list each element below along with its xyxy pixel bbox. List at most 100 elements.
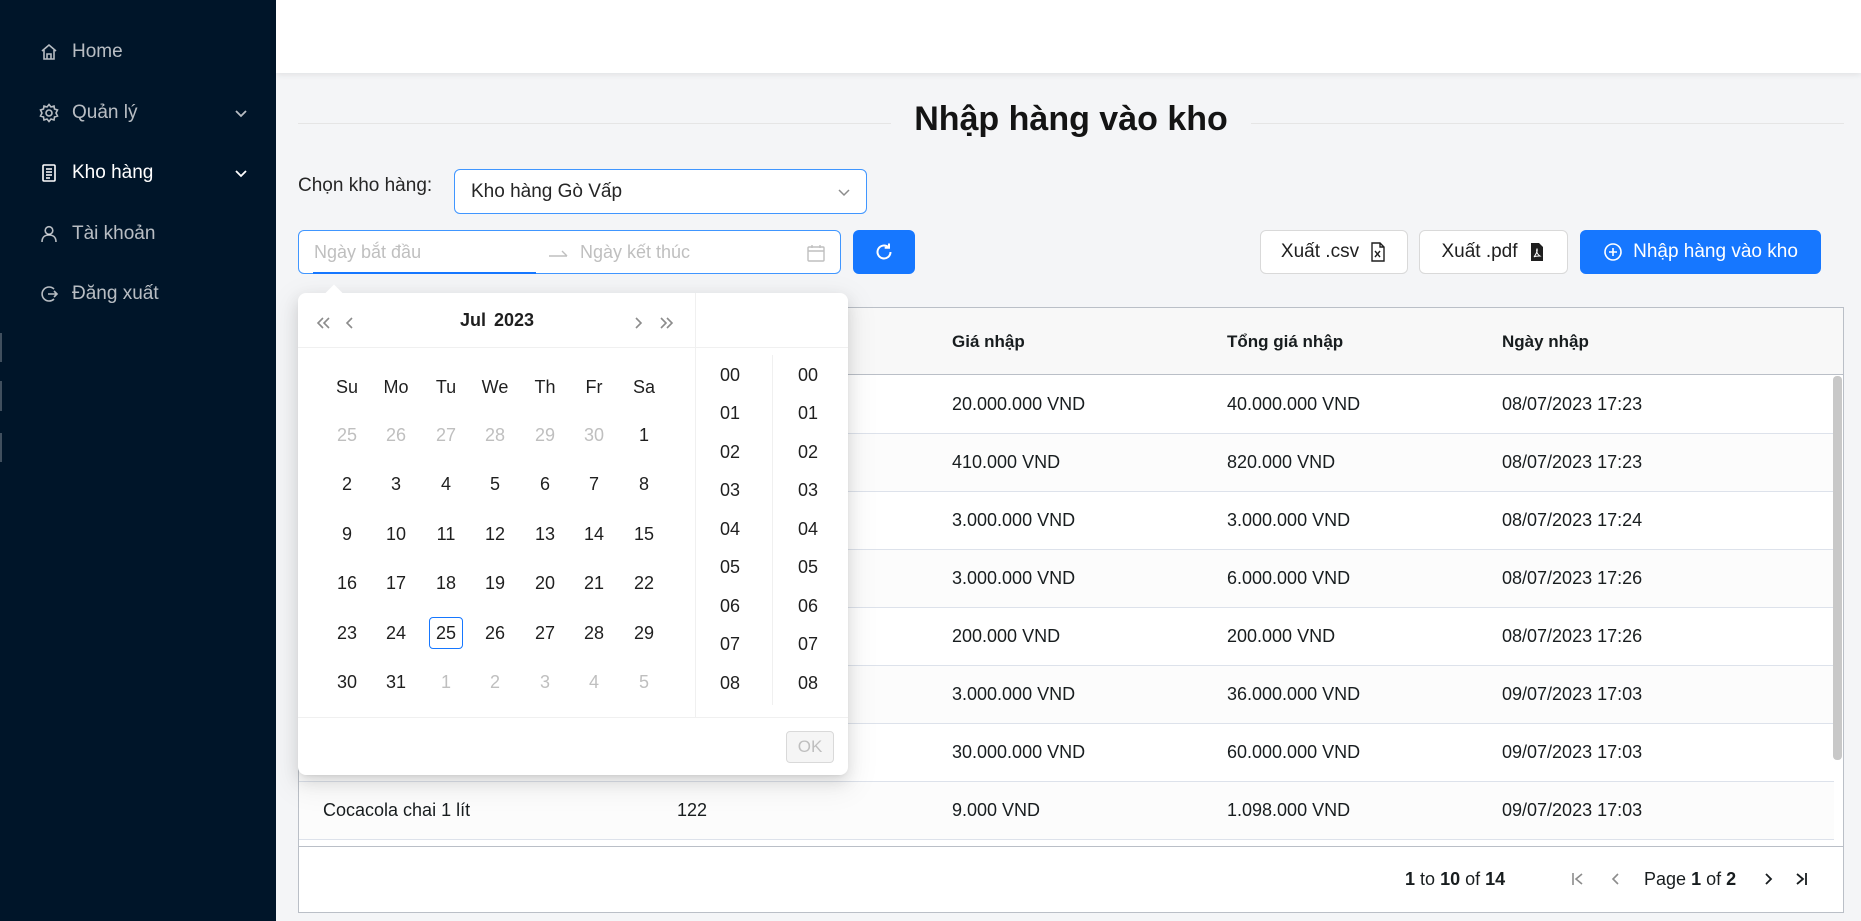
day-cell[interactable]: 1 [429,666,463,698]
vertical-scrollbar[interactable] [1833,376,1842,760]
chevron-down-icon [838,189,850,197]
next-year-icon[interactable] [656,313,676,333]
day-cell[interactable]: 3 [379,468,413,500]
day-cell[interactable]: 13 [528,518,562,550]
minute-option[interactable]: 05 [783,557,833,578]
last-page-icon[interactable] [1792,870,1810,888]
day-cell[interactable]: 3 [528,666,562,698]
picker-month[interactable]: Jul [460,310,486,330]
day-cell[interactable]: 16 [330,567,364,599]
sidebar-item-home[interactable]: Home [38,34,258,70]
day-cell[interactable]: 29 [627,617,661,649]
cell-price: 20.000.000 VND [952,394,1086,414]
warehouse-select[interactable]: Kho hàng Gò Vấp [454,169,867,214]
day-cell[interactable]: 28 [478,419,512,451]
column-header-price[interactable]: Giá nhập [952,332,1025,352]
date-range-input[interactable]: Ngày bắt đầu Ngày kết thúc [298,230,841,274]
sidebar-item-logout[interactable]: Đăng xuất [38,276,258,312]
hour-option[interactable]: 05 [705,557,755,578]
table-row[interactable]: Cocacola chai 1 lít 122 9.000 VND 1.098.… [299,782,1834,840]
ok-button[interactable]: OK [786,731,834,763]
day-cell[interactable]: 28 [577,617,611,649]
warehouse-select-value: Kho hàng Gò Vấp [471,180,623,202]
day-cell[interactable]: 14 [577,518,611,550]
day-cell[interactable]: 21 [577,567,611,599]
day-cell[interactable]: 29 [528,419,562,451]
sidebar-item-account[interactable]: Tài khoản [38,216,258,252]
hour-option[interactable]: 03 [705,480,755,501]
day-cell[interactable]: 5 [478,468,512,500]
minute-option[interactable]: 02 [783,442,833,463]
plus-circle-icon [1604,243,1622,261]
day-cell[interactable]: 12 [478,518,512,550]
hour-option[interactable]: 06 [705,596,755,617]
day-cell[interactable]: 22 [627,567,661,599]
minute-option[interactable]: 01 [783,403,833,424]
minute-option[interactable]: 06 [783,596,833,617]
end-date-input[interactable]: Ngày kết thúc [580,242,690,263]
hour-option[interactable]: 04 [705,519,755,540]
cell-total: 3.000.000 VND [1227,510,1351,530]
first-page-icon[interactable] [1569,870,1587,888]
day-cell[interactable]: 4 [429,468,463,500]
day-cell[interactable]: 9 [330,518,364,550]
start-date-input[interactable]: Ngày bắt đầu [314,242,421,263]
day-cell[interactable]: 31 [379,666,413,698]
day-cell[interactable]: 27 [429,419,463,451]
column-header-date[interactable]: Ngày nhập [1502,332,1589,352]
day-cell[interactable]: 23 [330,617,364,649]
export-csv-button[interactable]: Xuất .csv [1260,230,1408,274]
day-cell[interactable]: 5 [627,666,661,698]
day-cell[interactable]: 24 [379,617,413,649]
hour-option[interactable]: 01 [705,403,755,424]
export-pdf-button[interactable]: Xuất .pdf [1419,230,1568,274]
previous-page-icon[interactable] [1607,870,1625,888]
minute-option[interactable]: 03 [783,480,833,501]
day-cell[interactable]: 18 [429,567,463,599]
hour-option[interactable]: 08 [705,673,755,694]
cell-date: 09/07/2023 17:03 [1502,800,1643,820]
hour-option[interactable]: 00 [705,365,755,386]
day-cell[interactable]: 19 [478,567,512,599]
next-page-icon[interactable] [1759,870,1777,888]
day-cell[interactable]: 30 [330,666,364,698]
next-month-icon[interactable] [628,313,648,333]
column-header-total[interactable]: Tổng giá nhập [1227,332,1343,352]
refresh-button[interactable] [853,230,915,274]
cell-price: 410.000 VND [952,452,1061,472]
cell-total: 1.098.000 VND [1227,800,1351,820]
day-cell[interactable]: 17 [379,567,413,599]
cell-date: 08/07/2023 17:24 [1502,510,1643,530]
weekday-label: Sa [632,377,656,397]
minute-option[interactable]: 08 [783,673,833,694]
hour-option[interactable]: 02 [705,442,755,463]
sidebar-item-management[interactable]: Quản lý [38,95,258,131]
day-cell[interactable]: 26 [478,617,512,649]
day-cell[interactable]: 26 [379,419,413,451]
minute-option[interactable]: 00 [783,365,833,386]
day-cell[interactable]: 1 [627,419,661,451]
picker-year[interactable]: 2023 [494,310,534,330]
day-cell[interactable]: 30 [577,419,611,451]
day-cell[interactable]: 8 [627,468,661,500]
sidebar-item-warehouse[interactable]: Kho hàng [38,155,258,191]
weekday-label: We [481,377,509,397]
day-cell-today[interactable]: 25 [429,617,463,649]
import-goods-button[interactable]: Nhập hàng vào kho [1580,230,1821,274]
day-cell[interactable]: 6 [528,468,562,500]
day-cell[interactable]: 20 [528,567,562,599]
day-cell[interactable]: 10 [379,518,413,550]
day-cell[interactable]: 7 [577,468,611,500]
day-cell[interactable]: 2 [330,468,364,500]
sidebar-item-label: Home [72,41,123,62]
sidebar-item-label: Đăng xuất [72,283,159,304]
day-cell[interactable]: 11 [429,518,463,550]
day-cell[interactable]: 4 [577,666,611,698]
day-cell[interactable]: 25 [330,419,364,451]
minute-option[interactable]: 07 [783,634,833,655]
hour-option[interactable]: 07 [705,634,755,655]
day-cell[interactable]: 2 [478,666,512,698]
minute-option[interactable]: 04 [783,519,833,540]
day-cell[interactable]: 27 [528,617,562,649]
day-cell[interactable]: 15 [627,518,661,550]
